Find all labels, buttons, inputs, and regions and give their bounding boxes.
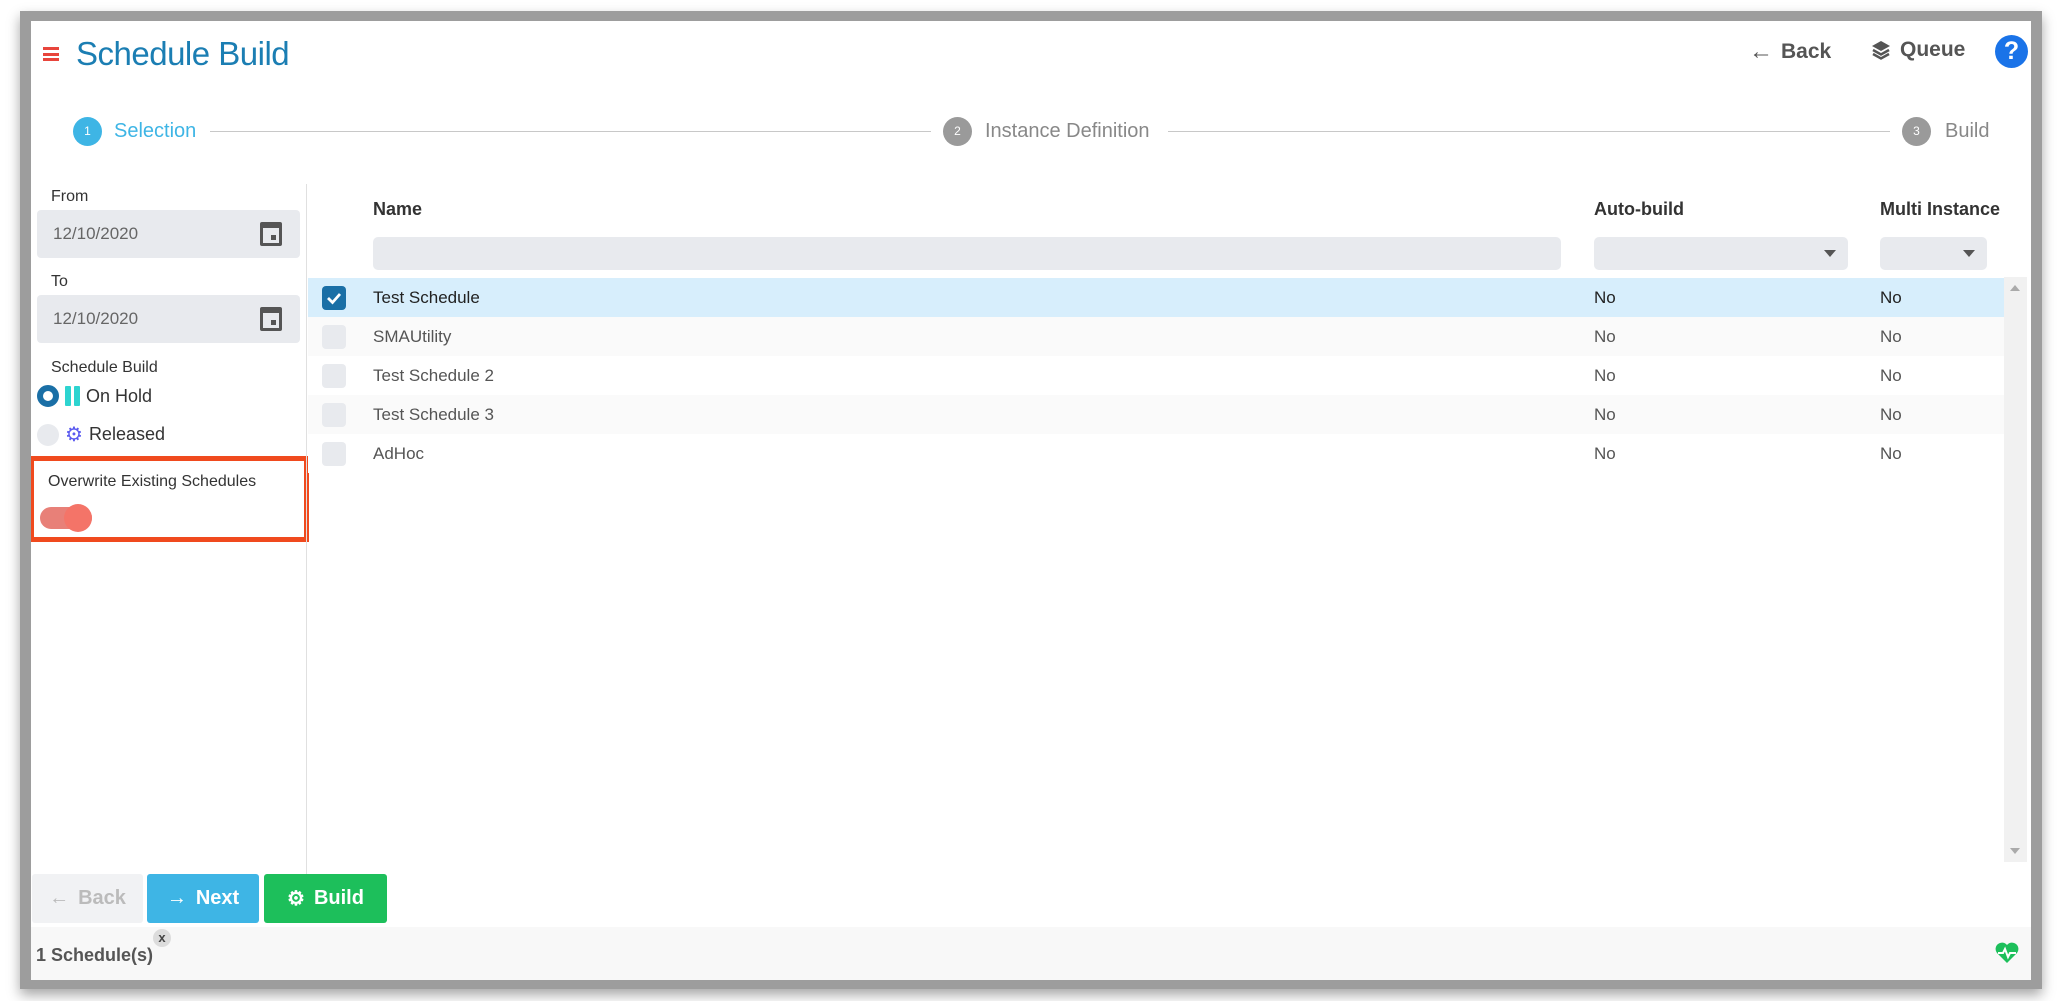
radio-on-hold[interactable]: On Hold [37, 385, 152, 407]
cell-auto-build: No [1594, 405, 1616, 424]
overwrite-label: Overwrite Existing Schedules [48, 473, 257, 490]
step-3-number: 3 [1902, 117, 1931, 146]
header-back-button[interactable]: ← Back [1749, 38, 1831, 66]
cell-name: AdHoc [373, 444, 425, 463]
cell-multi-instance: No [1880, 327, 1902, 346]
toggle-knob[interactable] [64, 504, 92, 532]
from-label: From [51, 188, 89, 205]
cell-multi-instance: No [1880, 288, 1902, 307]
to-date-input[interactable]: 12/10/2020 [37, 295, 300, 343]
status-bar: 1 Schedule(s) x [31, 927, 2031, 980]
cell-auto-build: No [1594, 288, 1616, 307]
page-title: Schedule Build [76, 35, 290, 72]
radio-selected[interactable] [37, 385, 59, 407]
scroll-down-icon[interactable] [2010, 848, 2020, 854]
cell-auto-build: No [1594, 327, 1616, 346]
table-scrollbar[interactable] [2004, 277, 2027, 862]
arrow-right-icon: → [166, 887, 187, 909]
cell-name: Test Schedule 3 [373, 405, 494, 424]
calendar-icon[interactable] [260, 222, 282, 246]
cell-multi-instance: No [1880, 444, 1902, 463]
cell-multi-instance: No [1880, 366, 1902, 385]
arrow-left-icon: ← [1749, 38, 1773, 65]
step-2-number: 2 [943, 117, 972, 146]
row-checkbox[interactable] [322, 364, 346, 388]
clear-selection-button[interactable]: x [153, 929, 171, 947]
column-header-multi-instance[interactable]: Multi Instance [1880, 199, 2000, 220]
cell-name: Test Schedule [373, 288, 480, 307]
column-header-auto-build[interactable]: Auto-build [1594, 199, 1684, 220]
multi-instance-filter-select[interactable] [1880, 237, 1987, 270]
gears-icon: ⚙ [287, 888, 305, 910]
step-connector [210, 131, 931, 132]
selection-count: 1 Schedule(s) [36, 945, 154, 965]
step-3-label[interactable]: Build [1945, 118, 1989, 144]
step-connector [1168, 131, 1890, 132]
table-row[interactable]: Test Schedule 2 No No [308, 356, 2004, 395]
overwrite-highlight-box: Overwrite Existing Schedules [31, 456, 309, 542]
queue-button[interactable]: Queue [1870, 38, 1965, 62]
back-button[interactable]: ← Back [32, 874, 143, 923]
table-row[interactable]: Test Schedule No No [308, 278, 2004, 317]
row-checkbox[interactable] [322, 403, 346, 427]
panel-divider [306, 184, 307, 885]
layers-icon [1872, 41, 1890, 60]
table-row[interactable]: Test Schedule 3 No No [308, 395, 2004, 434]
build-button[interactable]: ⚙ Build [264, 874, 387, 923]
to-label: To [51, 273, 68, 290]
scroll-up-icon[interactable] [2010, 285, 2020, 291]
help-icon[interactable]: ? [1995, 35, 2028, 68]
radio-unselected[interactable] [37, 423, 59, 446]
arrow-left-icon: ← [49, 887, 70, 909]
row-checkbox[interactable] [322, 286, 346, 310]
calendar-icon[interactable] [260, 307, 282, 331]
pause-icon [65, 386, 80, 406]
schedule-build-label: Schedule Build [51, 359, 158, 376]
cell-multi-instance: No [1880, 405, 1902, 424]
cell-auto-build: No [1594, 366, 1616, 385]
cell-name: Test Schedule 2 [373, 366, 494, 385]
app-window: Schedule Build ← Back Queue ? 1 Selectio… [31, 21, 2031, 980]
table-row[interactable]: AdHoc No No [308, 434, 2004, 473]
overwrite-toggle[interactable] [40, 504, 92, 532]
chevron-down-icon [1963, 250, 1975, 257]
step-2-label[interactable]: Instance Definition [985, 118, 1150, 144]
radio-released[interactable]: ⚙ Released [37, 422, 165, 447]
next-button[interactable]: → Next [147, 874, 259, 923]
row-checkbox[interactable] [322, 325, 346, 349]
step-1-number: 1 [73, 117, 102, 146]
cell-auto-build: No [1594, 444, 1616, 463]
step-1-label[interactable]: Selection [114, 118, 196, 144]
cell-name: SMAUtility [373, 327, 452, 346]
row-checkbox[interactable] [322, 442, 346, 466]
table-row[interactable]: SMAUtility No No [308, 317, 2004, 356]
column-header-name[interactable]: Name [373, 199, 422, 220]
chevron-down-icon [1824, 250, 1836, 257]
name-filter-input[interactable] [373, 237, 1561, 270]
from-date-input[interactable]: 12/10/2020 [37, 210, 300, 258]
hamburger-menu-icon[interactable] [43, 47, 59, 61]
checkmark-icon [327, 293, 342, 305]
auto-build-filter-select[interactable] [1594, 237, 1848, 270]
heartbeat-icon [1995, 942, 2019, 963]
gear-icon: ⚙ [65, 424, 83, 446]
